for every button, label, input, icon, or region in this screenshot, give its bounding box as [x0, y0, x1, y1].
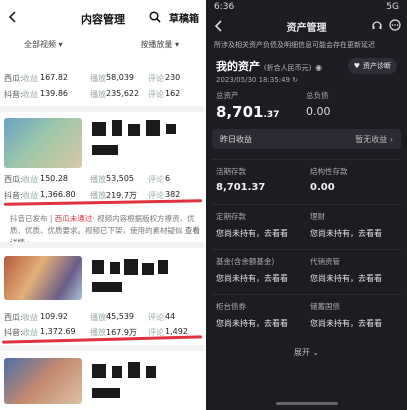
video-thumbnail[interactable]	[4, 118, 82, 168]
content-management-screen: 内容管理 草稿箱 全部视频 ▾ 按播放量 ▾ 西瓜: 收益 167.82 播放 …	[0, 0, 205, 410]
asset-management-screen: 6:36 5G 资产管理 所涉及相关资产负债及明细信息可能会存在更新延迟 我的资…	[206, 0, 407, 410]
back-arrow-icon[interactable]	[6, 10, 20, 24]
douyin-stats-row: 抖音: 收益 139.86 播放 235,622 评论 162	[4, 89, 181, 99]
asset-row: 基金(含余额基金) 您尚未持有，去看看 代销资管 您尚未持有，去看看	[212, 249, 401, 294]
asset-row: 定期存款 您尚未持有，去看看 理财 您尚未持有，去看看	[212, 204, 401, 249]
top-bar: 内容管理 草稿箱	[0, 0, 205, 34]
headset-icon[interactable]	[371, 19, 383, 31]
back-arrow-icon[interactable]	[214, 20, 224, 32]
yesterday-earnings-bar[interactable]: 昨日收益 暂无收益 ›	[212, 129, 401, 149]
eye-icon: ◉	[315, 63, 323, 72]
xigua-stats-row: 西瓜: 收益 150.28 播放 53,505 评论 6	[4, 174, 171, 184]
savings-bond-card[interactable]: 储蓄国债 您尚未持有，去看看	[306, 295, 400, 339]
asset-diagnosis-button[interactable]: ♥ 资产诊断	[347, 58, 397, 74]
sort-by-plays[interactable]: 按播放量 ▾	[140, 39, 179, 50]
search-icon[interactable]	[149, 11, 161, 23]
top-bar: 资产管理	[206, 14, 407, 38]
time-deposit-card[interactable]: 定期存款 您尚未持有，去看看	[212, 205, 306, 249]
asset-row: 活期存款 8,701.37 结构性存款 0.00	[212, 159, 401, 204]
filter-bar: 全部视频 ▾ 按播放量 ▾	[0, 34, 205, 54]
xigua-stats-row: 西瓜: 收益 167.82 播放 58,039 评论 230	[4, 73, 181, 83]
asset-row: 柜台债券 您尚未持有，去看看 储蓄国债 您尚未持有，去看看	[212, 294, 401, 339]
drafts-button[interactable]: 草稿箱	[169, 10, 199, 25]
my-assets-header: 我的资产 (折合人民币元) ◉ ♥ 资产诊断	[206, 52, 407, 74]
timestamp: 2023/05/30 18:35:49 ↻	[216, 76, 299, 84]
totals-section: 总资产 8,701.37 总负债 0.00	[206, 84, 407, 121]
heart-icon: ♥	[353, 62, 360, 70]
total-debt-value: 0.00	[306, 105, 331, 118]
filter-all-videos[interactable]: 全部视频 ▾	[24, 39, 63, 50]
page-title: 资产管理	[286, 22, 327, 34]
status-bar: 6:36 5G	[214, 2, 399, 12]
video-thumbnail[interactable]	[4, 256, 82, 300]
chevron-down-icon: ⌄	[312, 348, 320, 357]
counter-bond-card[interactable]: 柜台债券 您尚未持有，去看看	[212, 295, 306, 339]
agency-asset-management-card[interactable]: 代销资管 您尚未持有，去看看	[306, 250, 400, 294]
xigua-stats-row: 西瓜: 收益 109.92 播放 45,539 评论 44	[4, 312, 176, 322]
censored-title	[92, 122, 106, 136]
page-title: 内容管理	[81, 13, 125, 26]
censored-title	[92, 364, 106, 378]
delay-notice-banner: 所涉及相关资产负债及明细信息可能会存在更新延迟	[214, 41, 375, 49]
video-thumbnail[interactable]	[4, 358, 82, 404]
more-icon[interactable]	[389, 19, 401, 31]
asset-category-grid: 活期存款 8,701.37 结构性存款 0.00 定期存款 您尚未持有，去看看 …	[206, 159, 407, 339]
total-assets-value: 8,701.37	[216, 103, 280, 121]
censored-title	[92, 260, 104, 274]
divider	[0, 106, 205, 112]
expand-button[interactable]: 展开 ⌄	[206, 339, 407, 358]
refresh-icon: ↻	[292, 76, 299, 84]
wealth-management-card[interactable]: 理财 您尚未持有，去看看	[306, 205, 400, 249]
home-indicator	[276, 402, 338, 405]
fund-card[interactable]: 基金(含余额基金) 您尚未持有，去看看	[212, 250, 306, 294]
structured-deposit-card[interactable]: 结构性存款 0.00	[306, 160, 400, 204]
demand-deposit-card[interactable]: 活期存款 8,701.37	[212, 160, 306, 204]
